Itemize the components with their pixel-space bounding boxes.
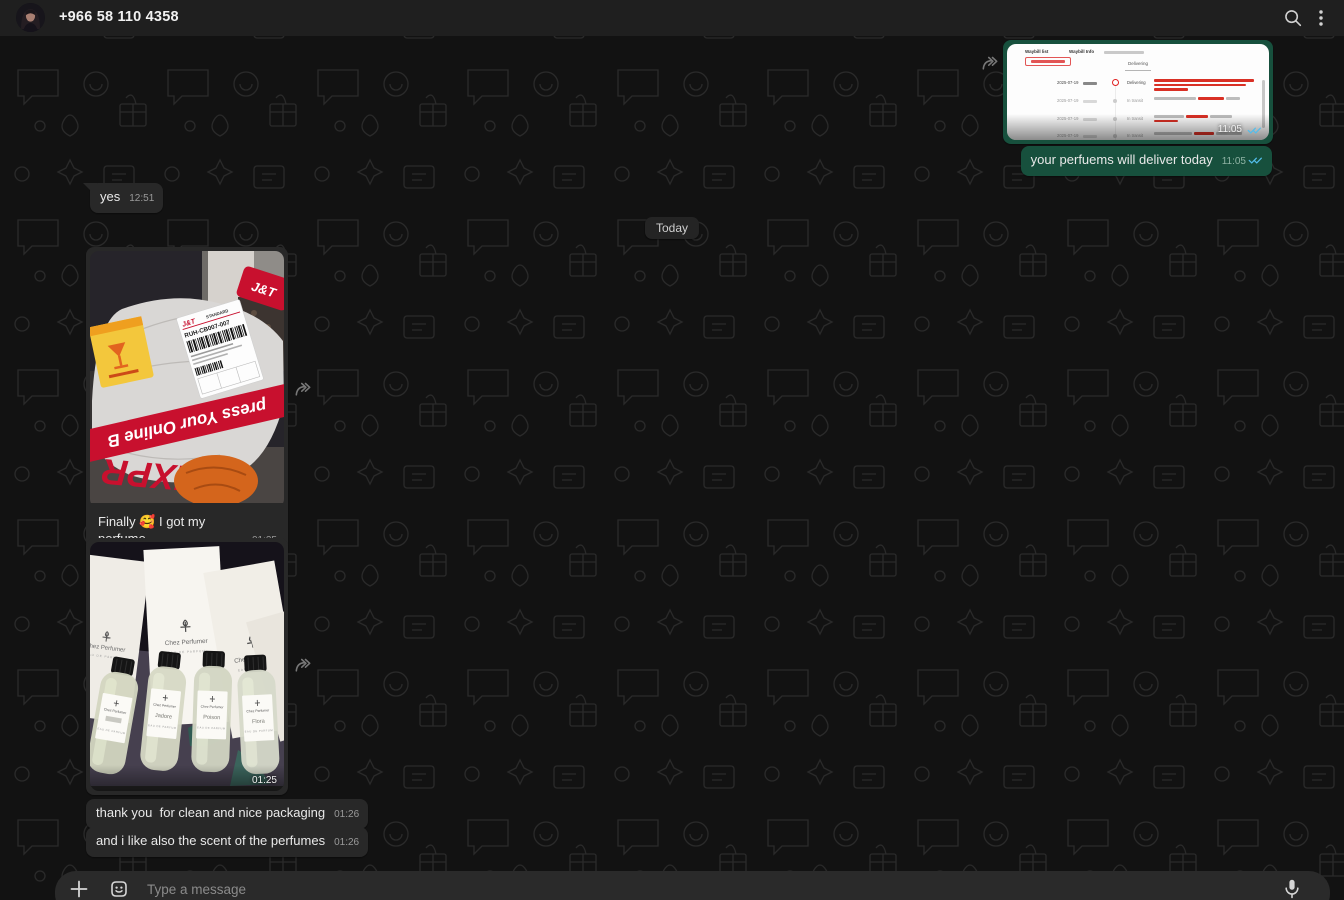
tracking-screenshot-image[interactable]: Waybill list Waybill Info Delivering 202… <box>1007 44 1269 140</box>
forward-message-icon[interactable] <box>293 655 313 675</box>
tracking-status: Delivering <box>1127 80 1146 85</box>
tracking-center-status: Delivering <box>1007 61 1269 67</box>
sticker-emoji-icon[interactable] <box>107 877 131 900</box>
forward-message-icon[interactable] <box>980 53 1000 73</box>
read-double-tick-icon <box>1248 155 1263 165</box>
tracking-description-bars <box>1154 79 1256 93</box>
message-composer <box>55 871 1330 900</box>
chat-header: +966 58 110 4358 <box>0 0 1344 36</box>
tracking-dot-active <box>1112 79 1119 86</box>
timestamp: 11:05 <box>1222 155 1263 169</box>
contact-phone-number[interactable]: +966 58 110 4358 <box>59 9 179 25</box>
tracking-dot <box>1113 99 1117 103</box>
message-text: your perfuems will deliver today <box>1031 152 1213 169</box>
message-package-photo[interactable]: press Your Online B EXPR J&T J <box>86 247 288 559</box>
message-yes[interactable]: yes 12:51 <box>90 183 163 213</box>
message-text: thank you for clean and nice packaging <box>96 805 325 822</box>
perfume-photo-image[interactable]: Chez Perfumer EAU DE PARFUM Chez Perfume… <box>90 542 284 791</box>
read-double-tick-icon <box>1247 125 1262 135</box>
message-text: yes <box>100 189 120 206</box>
waybill-list-tab: Waybill list <box>1025 49 1048 55</box>
timestamp: 01:26 <box>334 836 359 850</box>
message-thanks-scent[interactable]: and i like also the scent of the perfume… <box>86 827 368 857</box>
bottle-label-name: Poison <box>203 715 220 722</box>
bottle-label-brand: Chez Perfumer <box>201 705 225 710</box>
avatar-photo <box>16 3 45 32</box>
tracking-date: 2025-07-19 <box>1057 80 1078 85</box>
microphone-icon[interactable] <box>1280 877 1304 900</box>
message-tracking-screenshot[interactable]: Waybill list Waybill Info Delivering 202… <box>1003 40 1273 144</box>
search-icon[interactable] <box>1282 7 1304 29</box>
message-time-overlay: 11:05 <box>1218 123 1262 136</box>
perfume-photo-art: Chez Perfumer EAU DE PARFUM Chez Perfume… <box>90 542 284 786</box>
kebab-menu-icon[interactable] <box>1310 7 1332 29</box>
attach-plus-icon[interactable] <box>67 877 91 900</box>
message-time-overlay: 01:25 <box>252 774 277 787</box>
message-delivery-note[interactable]: your perfuems will deliver today 11:05 <box>1021 146 1272 176</box>
contact-avatar[interactable] <box>16 3 45 32</box>
tracking-date: 2025-07-19 <box>1057 98 1078 103</box>
message-perfume-photo[interactable]: Chez Perfumer EAU DE PARFUM Chez Perfume… <box>86 538 288 795</box>
whatsapp-chat-window: +966 58 110 4358 Waybill list Waybill In… <box>0 0 1344 900</box>
package-photo-art: press Your Online B EXPR J&T J <box>90 251 284 503</box>
tracking-tab-underline <box>1125 70 1151 71</box>
tracking-row: 2025-07-19 Delivering <box>1007 77 1269 93</box>
timestamp: 01:25 <box>252 774 277 787</box>
timestamp: 01:26 <box>334 808 359 822</box>
tracking-description-bars <box>1154 97 1256 102</box>
waybill-info-tab: Waybill Info <box>1069 49 1094 55</box>
bottle-label-name: Flora <box>252 719 266 726</box>
message-thanks-packaging[interactable]: thank you for clean and nice packaging 0… <box>86 799 368 829</box>
package-photo-image[interactable]: press Your Online B EXPR J&T J <box>90 251 284 508</box>
timestamp: 11:05 <box>1218 123 1242 136</box>
message-text: and i like also the scent of the perfume… <box>96 833 325 850</box>
tracking-row: 2025-07-19 In transit <box>1007 95 1269 111</box>
waybill-subtext-bar <box>1104 51 1144 54</box>
date-divider: Today <box>645 217 699 239</box>
tracking-status: In transit <box>1127 98 1143 103</box>
timestamp: 12:51 <box>129 192 154 206</box>
message-input[interactable] <box>147 882 1270 897</box>
forward-message-icon[interactable] <box>293 379 313 399</box>
